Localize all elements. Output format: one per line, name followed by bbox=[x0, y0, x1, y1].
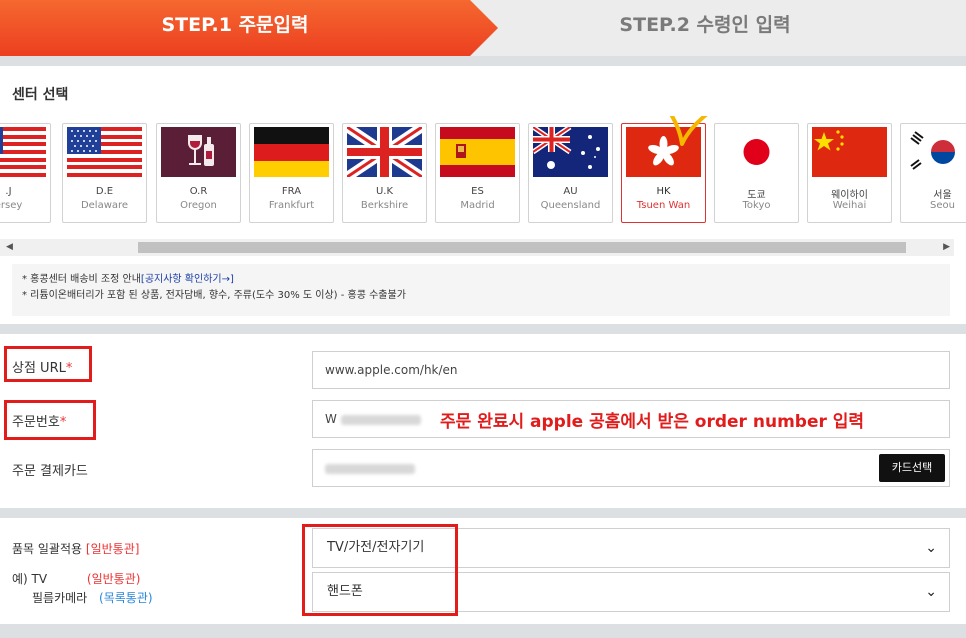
scroll-right-icon[interactable]: ▶ bbox=[943, 242, 950, 252]
redacted-value bbox=[340, 414, 421, 425]
notice-line-2: * 리튬이온배터리가 포함 된 상품, 전자담배, 향수, 주류(도수 30% … bbox=[22, 290, 406, 301]
check-mark-icon bbox=[670, 116, 708, 146]
center-select-title: 센터 선택 bbox=[12, 87, 69, 103]
example-tv: 예) TV (일반통관) bbox=[12, 570, 140, 587]
notice-line-1: * 홍콩센터 배송비 조정 안내[공지사항 확인하기→] bbox=[22, 272, 940, 288]
wine-icon bbox=[161, 127, 236, 177]
step1-tab: STEP.1 주문입력 bbox=[0, 0, 498, 56]
order-number-prefix: W bbox=[325, 412, 337, 426]
usa-flag-icon bbox=[0, 127, 46, 177]
divider bbox=[0, 324, 966, 334]
flag-list-scrollbar[interactable]: ◀ ▶ bbox=[0, 239, 954, 256]
highlight-box bbox=[4, 346, 92, 382]
center-code: AU bbox=[563, 186, 578, 197]
shop-url-input[interactable]: www.apple.com/hk/en bbox=[312, 351, 950, 389]
notice-box: * 홍콩센터 배송비 조정 안내[공지사항 확인하기→] * 리튬이온배터리가 … bbox=[12, 264, 950, 316]
center-city: Queensland bbox=[540, 200, 601, 211]
center-city: Oregon bbox=[180, 200, 217, 211]
scroll-left-icon[interactable]: ◀ bbox=[6, 242, 13, 252]
center-card-es[interactable]: ES Madrid bbox=[435, 123, 520, 223]
center-card-de[interactable]: D.E Delaware bbox=[62, 123, 147, 223]
center-city: Weihai bbox=[832, 200, 867, 211]
center-card-or[interactable]: O.R Oregon bbox=[156, 123, 241, 223]
center-card-weihai[interactable]: 웨이하이 Weihai bbox=[807, 123, 892, 223]
category-label: 품목 일괄적용 [일반통관] bbox=[12, 540, 139, 557]
center-card-seoul[interactable]: 서울 Seou bbox=[900, 123, 966, 223]
scroll-thumb[interactable] bbox=[138, 242, 906, 253]
korea-flag-icon bbox=[905, 127, 966, 177]
china-flag-icon bbox=[812, 127, 887, 177]
center-code: .J bbox=[5, 186, 12, 197]
example-camera-text: 필름카메라 bbox=[32, 591, 88, 605]
center-code: FRA bbox=[281, 186, 302, 197]
shop-url-value: www.apple.com/hk/en bbox=[325, 363, 458, 377]
highlight-box bbox=[4, 400, 96, 440]
notice-link[interactable]: [공지사항 확인하기→] bbox=[141, 274, 234, 285]
select-card-button[interactable]: 카드선택 bbox=[879, 454, 945, 482]
usa-flag-icon bbox=[67, 127, 142, 177]
center-city: Delaware bbox=[80, 200, 129, 211]
step2-label[interactable]: STEP.2 수령인 입력 bbox=[540, 0, 870, 56]
divider bbox=[0, 624, 966, 638]
center-code: 웨이하이 bbox=[831, 190, 868, 201]
center-city: Tokyo bbox=[742, 200, 771, 211]
center-code: ES bbox=[471, 186, 484, 197]
example-camera-tag: (목록통관) bbox=[99, 591, 153, 605]
payment-card-label: 주문 결제카드 bbox=[12, 464, 88, 479]
payment-card-input[interactable]: 카드선택 bbox=[312, 449, 950, 487]
center-code: HK bbox=[656, 186, 671, 197]
redacted-value bbox=[325, 463, 415, 474]
center-code: U.K bbox=[375, 186, 394, 197]
divider bbox=[0, 508, 966, 518]
example-prefix: 예) TV bbox=[12, 572, 48, 586]
category-tag: [일반통관] bbox=[85, 542, 140, 556]
germany-flag-icon bbox=[254, 127, 329, 177]
uk-flag-icon bbox=[347, 127, 422, 177]
center-card-au[interactable]: AU Queensland bbox=[528, 123, 613, 223]
example-camera: 필름카메라 (목록통관) bbox=[32, 589, 153, 606]
japan-flag-icon bbox=[719, 127, 794, 177]
center-city: Tsuen Wan bbox=[636, 200, 691, 211]
chevron-down-icon: ⌄ bbox=[925, 540, 937, 556]
example-tv-tag: (일반통관) bbox=[86, 572, 141, 586]
step1-label: STEP.1 주문입력 bbox=[161, 14, 309, 36]
center-code: 서울 bbox=[933, 190, 952, 201]
center-code: D.E bbox=[95, 186, 114, 197]
divider bbox=[0, 56, 966, 66]
center-city: Frankfurt bbox=[268, 200, 315, 211]
center-code: O.R bbox=[189, 186, 208, 197]
center-card-fra[interactable]: FRA Frankfurt bbox=[249, 123, 334, 223]
center-city: Seou bbox=[930, 200, 955, 211]
step-header: STEP.1 주문입력 STEP.2 수령인 입력 bbox=[0, 0, 966, 56]
notice-text: * 홍콩센터 배송비 조정 안내 bbox=[22, 274, 141, 285]
order-number-annotation: 주문 완료시 apple 공홈에서 받은 order number 입력 bbox=[440, 412, 865, 432]
center-city: ersey bbox=[0, 200, 23, 211]
spain-flag-icon bbox=[440, 127, 515, 177]
center-card-nj[interactable]: .J ersey bbox=[0, 123, 51, 223]
chevron-down-icon: ⌄ bbox=[925, 584, 937, 600]
center-city: Berkshire bbox=[360, 200, 409, 211]
center-flag-list: .J ersey D.E Delaware bbox=[0, 116, 966, 231]
center-city: Madrid bbox=[460, 200, 495, 211]
center-code: 도쿄 bbox=[747, 190, 766, 201]
center-card-uk[interactable]: U.K Berkshire bbox=[342, 123, 427, 223]
highlight-box bbox=[302, 524, 458, 616]
australia-flag-icon bbox=[533, 127, 608, 177]
category-label-text: 품목 일괄적용 bbox=[12, 542, 83, 556]
